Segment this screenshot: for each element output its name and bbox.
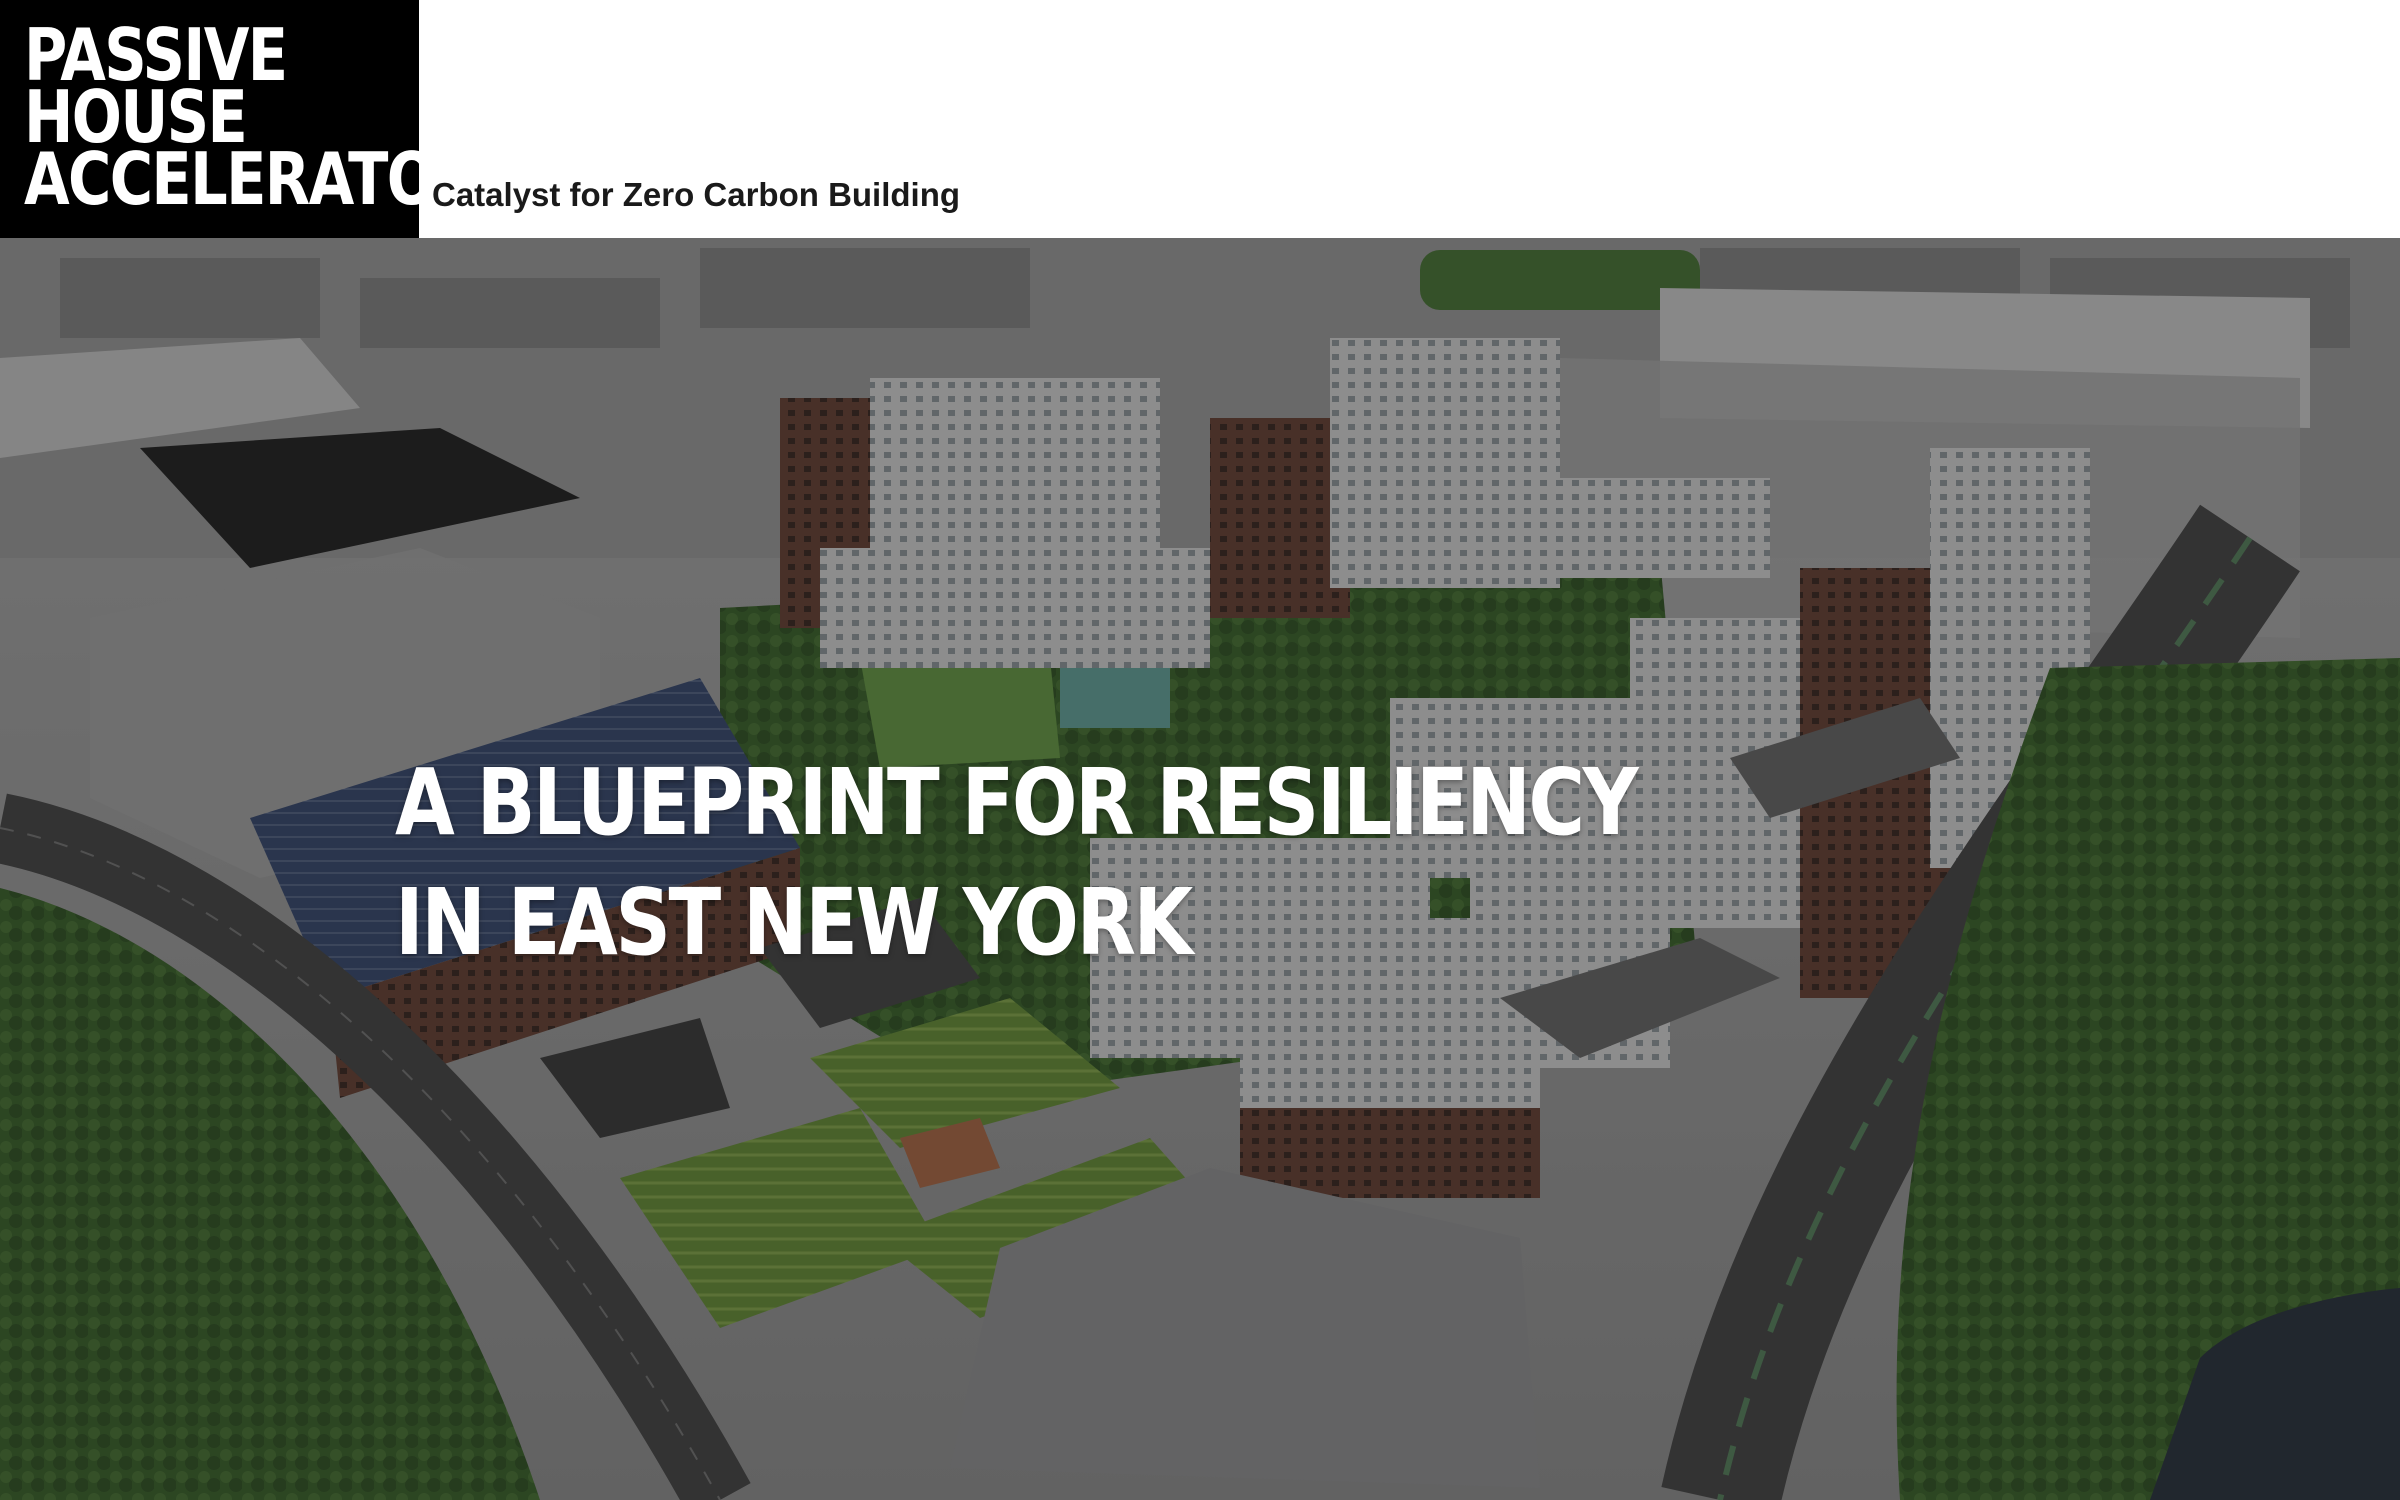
site-logo[interactable]: PASSIVE HOUSE ACCELERATOR (0, 0, 481, 238)
logo-line-3: ACCELERATOR (24, 137, 481, 221)
site-header: PASSIVE HOUSE ACCELERATOR Catalyst for Z… (0, 0, 2400, 238)
site-tagline: Catalyst for Zero Carbon Building (432, 176, 961, 213)
hero-title[interactable]: A BLUEPRINT FOR RESILIENCY IN EAST NEW Y… (395, 743, 1697, 983)
hero-banner[interactable]: A BLUEPRINT FOR RESILIENCY IN EAST NEW Y… (0, 238, 2400, 1500)
logo-wordmark: PASSIVE HOUSE ACCELERATOR (24, 19, 481, 221)
